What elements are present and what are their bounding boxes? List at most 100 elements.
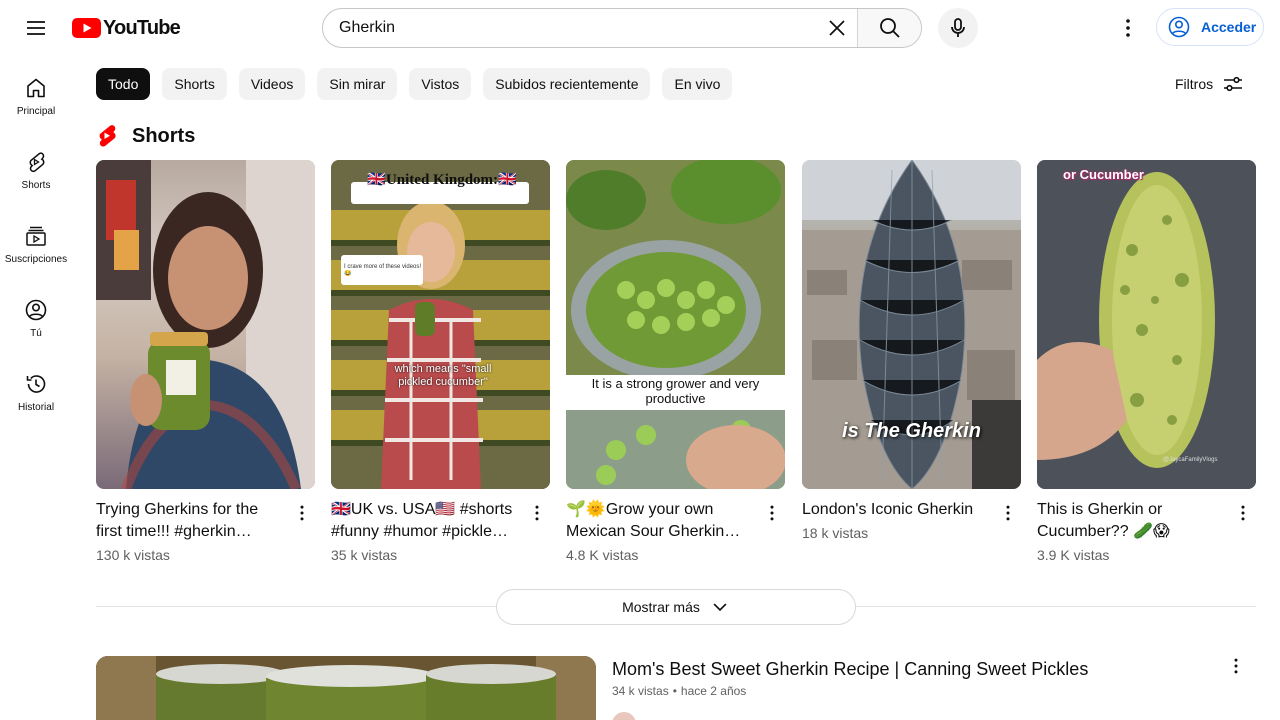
history-icon xyxy=(26,375,46,393)
short-thumbnail[interactable]: It is a strong grower and very productiv… xyxy=(566,160,785,489)
chevron-down-icon xyxy=(713,603,727,612)
short-card[interactable]: Trying Gherkins for the first time!!! #g… xyxy=(96,160,316,563)
filters-label: Filtros xyxy=(1175,76,1214,92)
short-watermark: @JaycaFamilyVlogs xyxy=(1163,457,1218,463)
video-more-button[interactable] xyxy=(1222,652,1250,680)
youtube-logo[interactable]: YouTube xyxy=(72,16,181,39)
show-more-label: Mostrar más xyxy=(622,599,700,615)
short-info: London's Iconic Gherkin 18 k vistas xyxy=(802,499,1022,541)
short-thumbnail-image xyxy=(1037,160,1256,489)
short-more-button[interactable] xyxy=(994,499,1022,527)
more-vert-icon xyxy=(1234,658,1238,674)
sidebar-item-label: Principal xyxy=(16,106,56,117)
more-vert-icon xyxy=(300,505,304,521)
search-bar xyxy=(322,8,922,48)
shorts-shelf-header: Shorts xyxy=(96,124,195,148)
voice-search-button[interactable] xyxy=(938,8,978,48)
search-button[interactable] xyxy=(857,9,921,47)
sidebar-item-history[interactable]: Historial xyxy=(0,352,72,426)
tune-icon xyxy=(1224,76,1243,92)
short-title[interactable]: 🇬🇧UK vs. USA🇺🇸 #shorts #funny #humor #pi… xyxy=(331,499,516,543)
short-info: 🌱🌞Grow your own Mexican Sour Gherkin cuc… xyxy=(566,499,786,563)
short-thumbnail[interactable]: 🇬🇧United Kingdom:🇬🇧 I crave more of thes… xyxy=(331,160,550,489)
short-more-button[interactable] xyxy=(288,499,316,527)
short-card[interactable]: 🇬🇧United Kingdom:🇬🇧 I crave more of thes… xyxy=(331,160,551,563)
chip-watched[interactable]: Vistos xyxy=(409,68,472,100)
shorts-icon xyxy=(29,152,45,173)
chip-live[interactable]: En vivo xyxy=(662,68,733,100)
short-more-button[interactable] xyxy=(523,499,551,527)
shorts-shelf-title: Shorts xyxy=(132,124,196,147)
hamburger-menu-icon xyxy=(27,21,45,35)
short-card[interactable]: It is a strong grower and very productiv… xyxy=(566,160,786,563)
short-info: This is Gherkin or Cucumber?? 🥒😱 3.9 K v… xyxy=(1037,499,1257,563)
chip-shorts[interactable]: Shorts xyxy=(162,68,227,100)
short-overlay-reply: I crave more of these videos! 😂 xyxy=(344,264,422,277)
video-thumbnail[interactable] xyxy=(96,656,596,720)
video-metadata: 34 k vistas • hace 2 años xyxy=(612,684,746,698)
chip-all[interactable]: Todo xyxy=(96,68,151,100)
chip-unwatched[interactable]: Sin mirar xyxy=(317,68,398,100)
short-views: 130 k vistas xyxy=(96,547,170,563)
filters-button[interactable]: Filtros xyxy=(1175,72,1245,96)
short-thumbnail[interactable]: or Cucumber @JaycaFamilyVlogs xyxy=(1037,160,1256,489)
short-title[interactable]: London's Iconic Gherkin xyxy=(802,499,987,521)
sidebar-item-subscriptions[interactable]: Suscripciones xyxy=(0,204,72,278)
short-info: Trying Gherkins for the first time!!! #g… xyxy=(96,499,316,563)
subscriptions-icon xyxy=(26,226,46,246)
sign-in-label: Acceder xyxy=(1201,19,1257,35)
account-circle-icon xyxy=(1168,16,1190,38)
video-views: 34 k vistas xyxy=(612,684,669,698)
you-icon xyxy=(25,299,47,321)
short-overlay-title: 🇬🇧United Kingdom:🇬🇧 xyxy=(367,172,517,188)
search-icon xyxy=(879,18,900,38)
close-icon xyxy=(829,20,845,36)
short-title[interactable]: 🌱🌞Grow your own Mexican Sour Gherkin cuc… xyxy=(566,499,751,543)
sidebar-item-label: Suscripciones xyxy=(4,254,68,265)
short-thumbnail-image xyxy=(96,160,315,489)
sidebar-item-shorts[interactable]: Shorts xyxy=(0,130,72,204)
filter-chips: Todo Shorts Videos Sin mirar Vistos Subi… xyxy=(96,68,733,100)
menu-button[interactable] xyxy=(16,8,56,48)
short-info: 🇬🇧UK vs. USA🇺🇸 #shorts #funny #humor #pi… xyxy=(331,499,551,563)
sidebar-item-home[interactable]: Principal xyxy=(0,56,72,130)
short-overlay-caption: is The Gherkin xyxy=(842,420,981,442)
show-more-button[interactable]: Mostrar más xyxy=(496,589,856,625)
more-vert-icon xyxy=(1006,505,1010,521)
more-vert-icon xyxy=(1241,505,1245,521)
short-overlay-caption: which means "small pickled cucumber" xyxy=(394,363,492,388)
meta-separator: • xyxy=(672,684,677,698)
chip-videos[interactable]: Videos xyxy=(238,68,306,100)
top-bar: YouTube Acceder xyxy=(0,0,1280,56)
short-title[interactable]: This is Gherkin or Cucumber?? 🥒😱 xyxy=(1037,499,1222,543)
short-thumbnail[interactable]: is The Gherkin xyxy=(802,160,1021,489)
short-card[interactable]: or Cucumber @JaycaFamilyVlogs This is Gh… xyxy=(1037,160,1257,563)
short-thumbnail[interactable] xyxy=(96,160,315,489)
short-views: 18 k vistas xyxy=(802,525,869,541)
short-more-button[interactable] xyxy=(758,499,786,527)
logo-text: YouTube xyxy=(103,16,181,39)
home-icon xyxy=(27,78,45,98)
video-thumbnail-image xyxy=(96,656,596,720)
more-vert-icon xyxy=(535,505,539,521)
video-age: hace 2 años xyxy=(680,684,747,698)
short-overlay-caption: or Cucumber xyxy=(1063,167,1144,182)
short-views: 35 k vistas xyxy=(331,547,398,563)
channel-avatar[interactable] xyxy=(612,712,636,720)
sidebar-item-label: Shorts xyxy=(21,180,51,191)
clear-search-button[interactable] xyxy=(817,9,857,47)
more-vert-icon xyxy=(1126,19,1130,37)
short-thumbnail-image xyxy=(566,160,785,489)
shorts-logo-icon xyxy=(99,125,116,147)
chip-recently-uploaded[interactable]: Subidos recientemente xyxy=(483,68,651,100)
short-more-button[interactable] xyxy=(1229,499,1257,527)
video-title[interactable]: Mom's Best Sweet Gherkin Recipe | Cannin… xyxy=(612,658,1088,680)
short-views: 4.8 K vistas xyxy=(566,547,639,563)
settings-more-button[interactable] xyxy=(1108,8,1148,48)
sign-in-button[interactable]: Acceder xyxy=(1156,8,1264,46)
short-title[interactable]: Trying Gherkins for the first time!!! #g… xyxy=(96,499,281,543)
sidebar-item-you[interactable]: Tú xyxy=(0,278,72,352)
search-input[interactable] xyxy=(323,9,817,47)
short-card[interactable]: is The Gherkin London's Iconic Gherkin 1… xyxy=(802,160,1022,541)
sidebar-item-label: Tú xyxy=(30,328,42,339)
